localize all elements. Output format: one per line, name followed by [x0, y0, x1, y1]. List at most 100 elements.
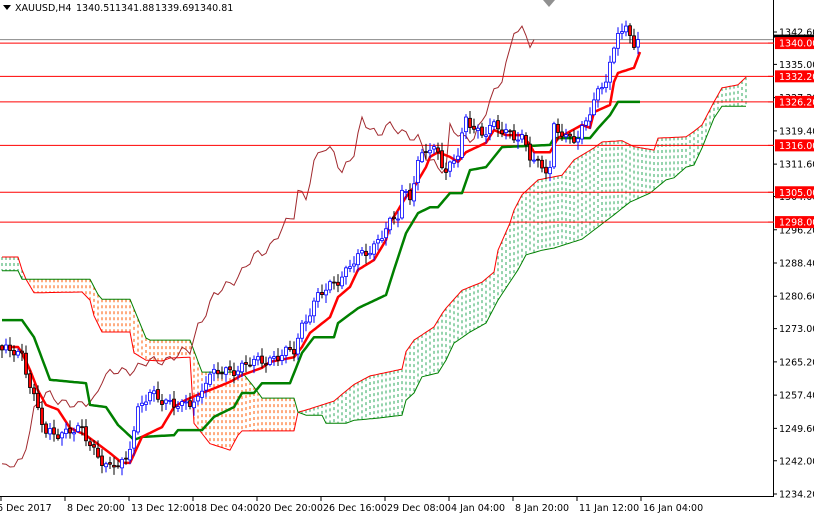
y-tick-label: 1335.00	[779, 60, 814, 71]
candle-body	[516, 139, 520, 142]
candle-body	[184, 401, 188, 404]
bull-candle	[576, 130, 580, 150]
candle-body	[364, 250, 368, 256]
bear-candle	[220, 366, 224, 380]
level-price-label: 1332.20	[779, 72, 814, 83]
bear-candle	[336, 274, 340, 293]
candle-body	[124, 457, 128, 460]
bull-candle	[452, 154, 456, 168]
candle-body	[32, 387, 36, 395]
chart-header: XAUUSD,H4 1340.51 1341.88 1339.69 1340.8…	[3, 3, 233, 14]
axes: 1342.601335.001327.201319.401311.601304.…	[0, 0, 814, 514]
candle-body	[448, 161, 452, 172]
bull-candle	[376, 234, 380, 251]
candle-body	[292, 348, 296, 355]
candle-body	[380, 238, 384, 241]
candle-body	[388, 217, 392, 231]
bear-candle	[540, 155, 544, 173]
bull-candle	[296, 333, 300, 361]
candle-body	[276, 355, 280, 361]
candle-body	[608, 61, 612, 83]
candle-body	[296, 337, 300, 355]
ichimoku-lines	[1, 25, 642, 468]
bull-candle	[344, 265, 348, 285]
bull-candle	[416, 156, 420, 191]
x-tick-label: 18 Dec 04:00	[195, 503, 259, 514]
bull-candle	[400, 184, 404, 220]
bear-candle	[156, 381, 160, 403]
candles	[0, 20, 640, 476]
y-tick-label: 1265.20	[779, 357, 814, 368]
level-price-label: 1305.00	[779, 188, 814, 199]
candle-body	[636, 39, 640, 48]
candle-body	[452, 160, 456, 164]
candle-body	[108, 462, 112, 465]
bear-candle	[244, 355, 248, 373]
candle-body	[80, 426, 84, 429]
candle-body	[72, 432, 76, 435]
bear-candle	[84, 419, 88, 447]
candle-body	[40, 407, 44, 425]
candle-body	[332, 281, 336, 284]
bull-candle	[368, 245, 372, 259]
bear-candle	[24, 345, 28, 379]
candle-body	[164, 399, 168, 404]
bull-candle	[136, 403, 140, 435]
candle-body	[36, 392, 40, 409]
candle-body	[408, 189, 412, 201]
bull-candle	[200, 383, 204, 404]
candle-body	[20, 350, 24, 354]
candle-body	[480, 126, 484, 136]
bull-candle	[328, 279, 332, 294]
triangle-down-icon[interactable]	[3, 5, 11, 10]
candle-body	[412, 183, 416, 202]
bear-candle	[44, 421, 48, 438]
bull-candle	[620, 23, 624, 40]
candle-body	[628, 25, 632, 36]
candle-body	[532, 159, 536, 162]
candle-body	[316, 292, 320, 302]
bear-candle	[40, 401, 44, 433]
bull-candle	[592, 92, 596, 117]
candle-body	[504, 129, 508, 134]
bull-candle	[360, 246, 364, 256]
y-tick-label: 1257.40	[779, 391, 814, 402]
candle-body	[220, 372, 224, 375]
candle-body	[440, 150, 444, 169]
x-tick-label: 6 Dec 2017	[0, 503, 52, 514]
candle-body	[512, 130, 516, 141]
candle-body	[580, 125, 584, 140]
bull-candle	[316, 288, 320, 308]
x-tick-label: 11 Jan 12:00	[579, 503, 639, 514]
candle-body	[192, 401, 196, 409]
candle-body	[212, 368, 216, 374]
candle-body	[320, 291, 324, 295]
candle-body	[208, 373, 212, 385]
candle-body	[44, 423, 48, 434]
price-chart[interactable]: 1342.601335.001327.201319.401311.601304.…	[0, 0, 814, 514]
candle-body	[348, 266, 352, 269]
bull-candle	[152, 385, 156, 402]
bull-candle	[284, 345, 288, 364]
bull-candle	[300, 319, 304, 343]
candle-body	[356, 253, 360, 266]
candle-body	[340, 276, 344, 287]
candle-body	[52, 427, 56, 435]
bull-candle	[144, 394, 148, 411]
bull-candle	[456, 148, 460, 168]
candle-body	[396, 218, 400, 221]
chart-shift-marker-icon[interactable]	[543, 0, 555, 7]
bull-candle	[464, 114, 468, 139]
bear-candle	[320, 284, 324, 299]
y-tick-label: 1249.60	[779, 424, 814, 435]
candle-body	[128, 448, 132, 461]
bull-candle	[504, 123, 508, 140]
bear-candle	[160, 394, 164, 412]
bull-candle	[140, 395, 144, 413]
candle-body	[352, 263, 356, 267]
bull-candle	[256, 352, 260, 366]
candle-body	[4, 344, 8, 351]
bull-candle	[148, 389, 152, 405]
bull-candle	[60, 431, 64, 446]
candle-body	[524, 135, 528, 146]
